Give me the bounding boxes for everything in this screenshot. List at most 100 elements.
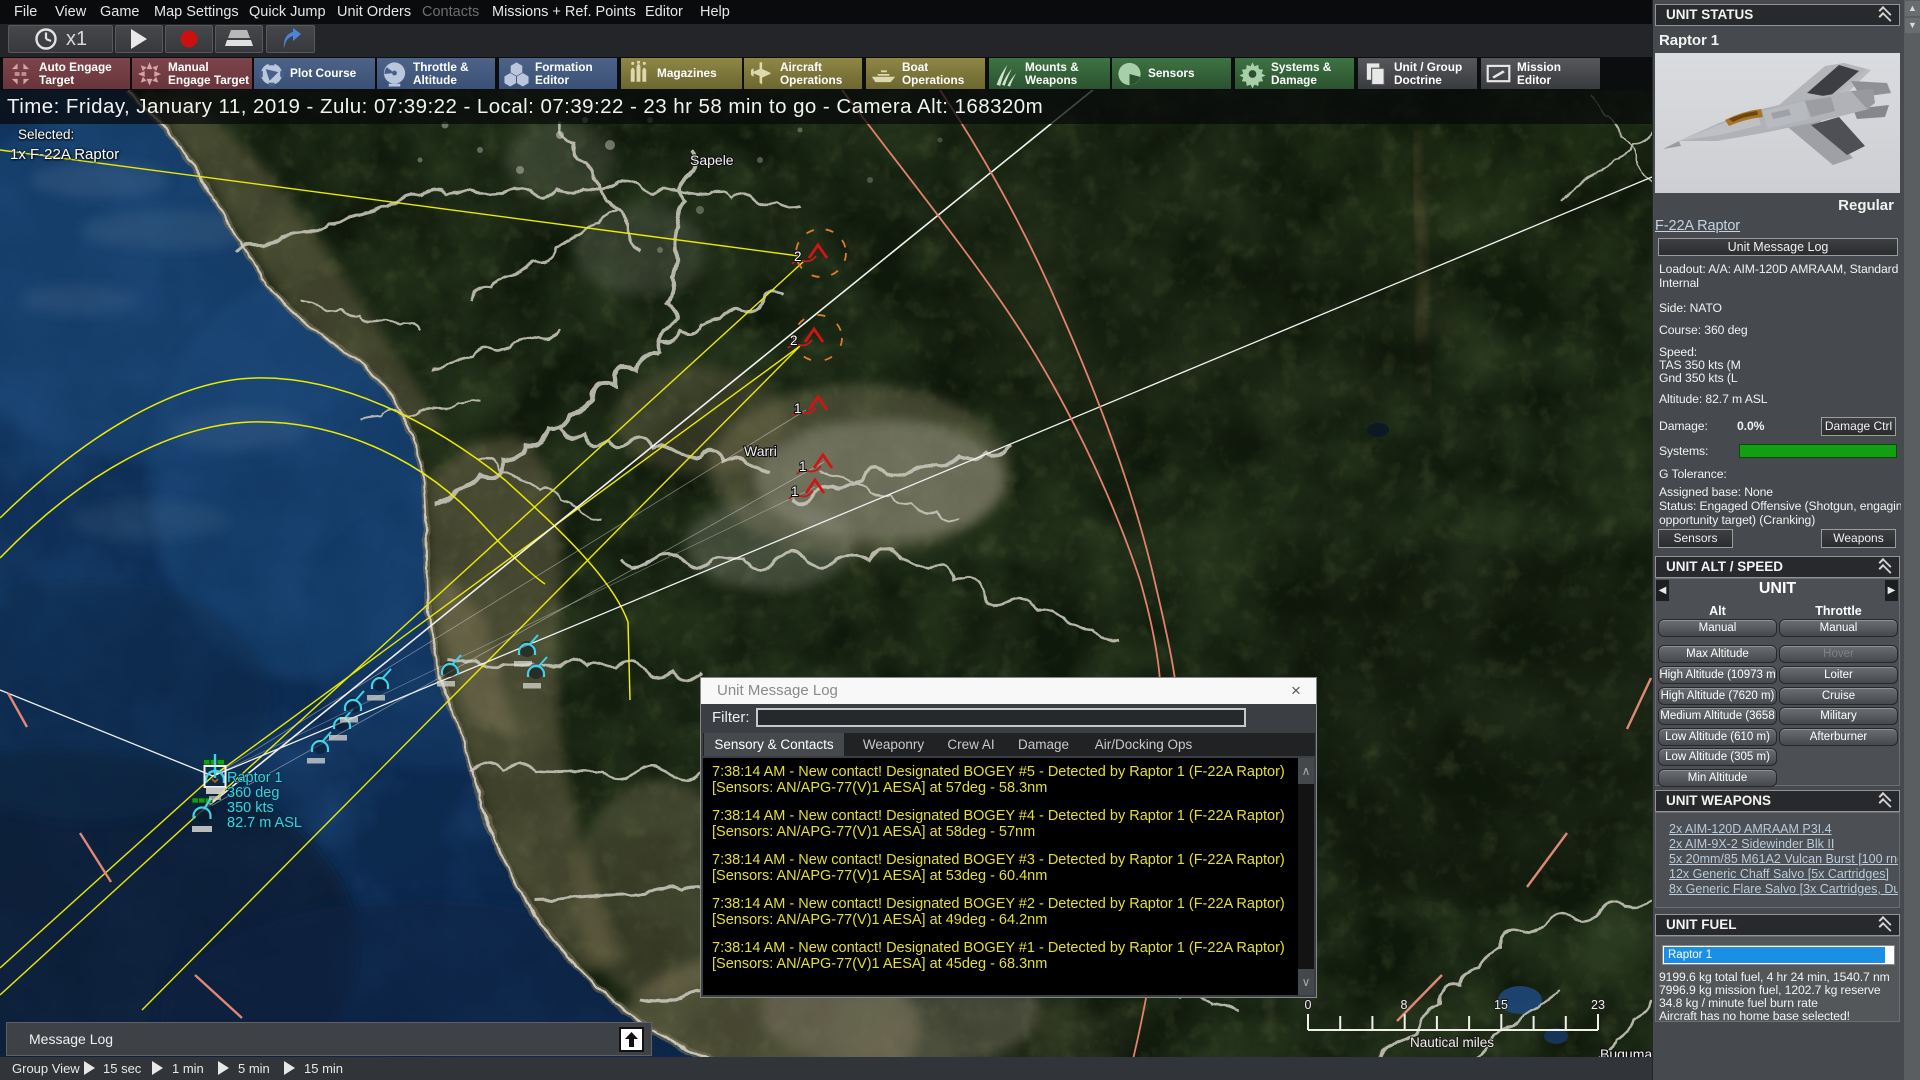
friendly-unit-wingman[interactable] <box>191 797 215 832</box>
aircraft-icon <box>748 60 775 88</box>
menu-game[interactable]: Game <box>100 0 140 24</box>
throttle-afterburner-button[interactable]: Afterburner <box>1779 728 1898 746</box>
fuel-unit-list[interactable]: Raptor 1 <box>1662 945 1895 965</box>
alt-low1-button[interactable]: Low Altitude (610 m) <box>1658 728 1777 746</box>
step-play-icon[interactable] <box>152 1061 163 1075</box>
step-play-icon[interactable] <box>284 1061 295 1075</box>
ribbon-manual-engage-target[interactable]: Manual Engage Target <box>132 58 252 89</box>
menu-map-settings[interactable]: Map Settings <box>154 0 239 24</box>
log-message: 7:38:14 AM - New contact! Designated BOG… <box>712 896 1285 928</box>
ribbon-unit-group-doctrine[interactable]: Unit / Group Doctrine <box>1358 58 1477 89</box>
step-15min-button[interactable]: 15 min <box>304 1057 343 1080</box>
message-scrollbar[interactable]: ∧ ∨ <box>1298 758 1314 995</box>
menu-missions-ref-points[interactable]: Missions + Ref. Points <box>492 0 636 24</box>
blue-arrow-icon <box>283 28 301 49</box>
ribbon-mission-editor[interactable]: Mission Editor <box>1481 58 1600 89</box>
ribbon-auto-engage-target[interactable]: Auto Engage Target <box>3 58 130 89</box>
collapse-icon[interactable] <box>1878 916 1892 935</box>
ribbon-throttle-altitude[interactable]: Throttle & Altitude <box>377 58 495 89</box>
alt-manual-button[interactable]: Manual <box>1658 619 1777 637</box>
menu-quick-jump[interactable]: Quick Jump <box>249 0 326 24</box>
scroll-down-icon[interactable]: ∨ <box>1298 969 1314 995</box>
throttle-military-button[interactable]: Military <box>1779 707 1898 725</box>
systems-health-bar <box>1739 444 1897 458</box>
contact-label-chip <box>437 681 455 687</box>
side-label: Side: NATO <box>1659 301 1722 315</box>
time-speed-button[interactable]: x1 <box>8 25 113 53</box>
unit-type-link[interactable]: F-22A Raptor <box>1655 218 1897 234</box>
ribbon-sensors[interactable]: Sensors <box>1112 58 1231 89</box>
menu-file[interactable]: File <box>14 0 37 24</box>
collapse-icon[interactable] <box>1878 792 1892 811</box>
alt-min-button[interactable]: Min Altitude <box>1658 769 1777 787</box>
scroll-up-icon[interactable]: ∧ <box>1298 758 1314 784</box>
collapse-icon[interactable] <box>1878 558 1892 577</box>
throttle-cruise-button[interactable]: Cruise <box>1779 687 1898 705</box>
throttle-manual-button[interactable]: Manual <box>1779 619 1898 637</box>
collapse-icon[interactable] <box>1878 6 1892 25</box>
weapon-link-amraam[interactable]: 2x AIM-120D AMRAAM P3I.4 <box>1669 822 1832 836</box>
ribbon-boat-operations[interactable]: Boat Operations <box>866 58 985 89</box>
tab-crew-ai[interactable]: Crew AI <box>936 733 1006 756</box>
svg-text:0: 0 <box>1305 998 1312 1012</box>
map-label-warri: Warri <box>744 443 777 459</box>
unit-alt-speed-header[interactable]: UNIT ALT / SPEED <box>1655 556 1900 578</box>
contact-label-chip <box>514 661 532 667</box>
damage-ctrl-button[interactable]: Damage Ctrl <box>1821 417 1896 436</box>
close-icon[interactable]: × <box>1284 678 1308 704</box>
weapon-link-chaff[interactable]: 12x Generic Chaff Salvo [5x Cartridges] <box>1669 867 1889 881</box>
step-1min-button[interactable]: 1 min <box>172 1057 204 1080</box>
tab-sensory-contacts[interactable]: Sensory & Contacts <box>704 733 844 756</box>
window-title[interactable]: Unit Message Log <box>701 678 1316 704</box>
alt-medium-button[interactable]: Medium Altitude (3658 <box>1658 707 1777 725</box>
unit-message-log-button[interactable]: Unit Message Log <box>1658 238 1898 256</box>
weapon-link-sidewinder[interactable]: 2x AIM-9X-2 Sidewinder Blk II <box>1669 837 1834 851</box>
ribbon-mounts-weapons[interactable]: Mounts & Weapons <box>989 58 1110 89</box>
step-5min-button[interactable]: 5 min <box>238 1057 270 1080</box>
play-button[interactable] <box>115 25 163 53</box>
ribbon-systems-damage[interactable]: Systems & Damage <box>1235 58 1354 89</box>
tab-weaponry[interactable]: Weaponry <box>851 733 936 756</box>
record-button[interactable] <box>165 25 213 53</box>
jump-button[interactable] <box>266 25 315 53</box>
throttle-hover-button[interactable]: Hover <box>1779 645 1898 663</box>
weapon-link-vulcan[interactable]: 5x 20mm/85 M61A2 Vulcan Burst [100 rnds <box>1669 852 1898 866</box>
step-play-icon[interactable] <box>84 1061 95 1075</box>
tab-air-docking-ops[interactable]: Air/Docking Ops <box>1081 733 1206 756</box>
unit-weapons-header[interactable]: UNIT WEAPONS <box>1655 790 1900 812</box>
expand-up-icon[interactable] <box>619 1027 644 1052</box>
fuel-selected-row[interactable]: Raptor 1 <box>1664 947 1885 963</box>
printer-button[interactable] <box>215 25 263 53</box>
ribbon-magazines[interactable]: Magazines <box>621 58 742 89</box>
menu-contacts[interactable]: Contacts <box>422 0 479 24</box>
menu-editor[interactable]: Editor <box>645 0 683 24</box>
weapon-link-flare[interactable]: 8x Generic Flare Salvo [3x Cartridges, D… <box>1669 882 1898 896</box>
sidebar-scrollbar[interactable]: ▲ ▼ <box>1904 0 1920 1080</box>
menu-view[interactable]: View <box>55 0 86 24</box>
message-list[interactable]: 7:38:14 AM - New contact! Designated BOG… <box>703 758 1300 995</box>
contact-count-label: 1 <box>794 401 802 416</box>
alt-high1-button[interactable]: High Altitude (10973 m <box>1658 666 1777 684</box>
alt-low2-button[interactable]: Low Altitude (305 m) <box>1658 748 1777 766</box>
svg-text:15: 15 <box>1494 998 1508 1012</box>
weapons-button[interactable]: Weapons <box>1821 529 1896 548</box>
step-15sec-button[interactable]: 15 sec <box>103 1057 141 1080</box>
menu-unit-orders[interactable]: Unit Orders <box>337 0 411 24</box>
unit-status-header[interactable]: UNIT STATUS <box>1655 4 1900 26</box>
alt-max-button[interactable]: Max Altitude <box>1658 645 1777 663</box>
menu-help[interactable]: Help <box>700 0 730 24</box>
group-view-button[interactable]: Group View <box>12 1057 80 1080</box>
alt-high2-button[interactable]: High Altitude (7620 m) <box>1658 687 1777 705</box>
step-play-icon[interactable] <box>218 1061 229 1075</box>
ribbon-formation-editor[interactable]: Formation Editor <box>499 58 617 89</box>
unit-fuel-header[interactable]: UNIT FUEL <box>1655 914 1900 936</box>
scroll-down-icon[interactable]: ▼ <box>1905 18 1920 33</box>
scroll-up-icon[interactable]: ▲ <box>1905 1 1920 16</box>
ribbon-plot-course[interactable]: Plot Course <box>254 58 375 89</box>
filter-input[interactable] <box>756 708 1246 727</box>
ribbon-aircraft-operations[interactable]: Aircraft Operations <box>744 58 862 89</box>
tab-damage[interactable]: Damage <box>1006 733 1081 756</box>
message-log-bar[interactable]: Message Log <box>6 1022 652 1056</box>
sensors-button[interactable]: Sensors <box>1658 529 1733 548</box>
throttle-loiter-button[interactable]: Loiter <box>1779 666 1898 684</box>
